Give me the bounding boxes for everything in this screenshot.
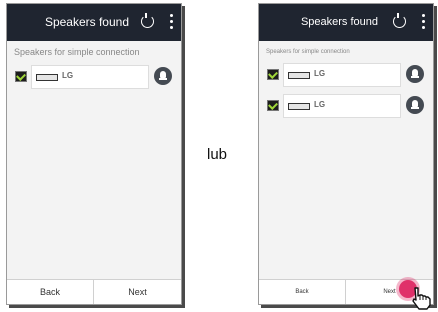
- bell-icon[interactable]: [406, 96, 424, 114]
- device-row[interactable]: LG: [265, 94, 425, 118]
- device-name: LG: [314, 100, 326, 109]
- device-row[interactable]: LG: [265, 63, 425, 87]
- phone-screen-right: Speakers found Speakers for simple conne…: [258, 3, 434, 305]
- section-label: Speakers for simple connection: [14, 47, 140, 57]
- speaker-icon: [288, 103, 310, 110]
- checkbox-checked-icon[interactable]: [267, 69, 279, 80]
- bottom-bar: Back Next: [7, 279, 181, 304]
- next-button[interactable]: Next: [94, 280, 181, 304]
- device-name-box: LG: [283, 63, 401, 87]
- refresh-icon[interactable]: [393, 13, 406, 28]
- back-button[interactable]: Back: [259, 280, 346, 304]
- page-title: Speakers found: [300, 16, 378, 28]
- speaker-icon: [288, 72, 310, 79]
- device-name-box: LG: [283, 94, 401, 118]
- section-label: Speakers for simple connection: [266, 49, 350, 55]
- bell-icon[interactable]: [154, 67, 172, 85]
- more-options-icon[interactable]: [170, 14, 173, 29]
- app-header: Speakers found: [7, 4, 181, 41]
- device-name: LG: [62, 71, 74, 80]
- page-title: Speakers found: [44, 15, 129, 29]
- checkbox-checked-icon[interactable]: [267, 100, 279, 111]
- separator-text: lub: [207, 146, 228, 163]
- back-button[interactable]: Back: [7, 280, 94, 304]
- device-name: LG: [314, 69, 326, 78]
- speaker-icon: [36, 74, 58, 81]
- phone-screen-left: Speakers found Speakers for simple conne…: [6, 3, 182, 305]
- pointing-hand-icon: [412, 287, 431, 310]
- bell-icon[interactable]: [406, 65, 424, 83]
- device-row[interactable]: LG: [13, 65, 173, 89]
- app-header: Speakers found: [259, 4, 433, 41]
- checkbox-checked-icon[interactable]: [15, 71, 27, 82]
- more-options-icon[interactable]: [422, 14, 425, 29]
- device-name-box: LG: [31, 65, 149, 89]
- refresh-icon[interactable]: [141, 13, 154, 28]
